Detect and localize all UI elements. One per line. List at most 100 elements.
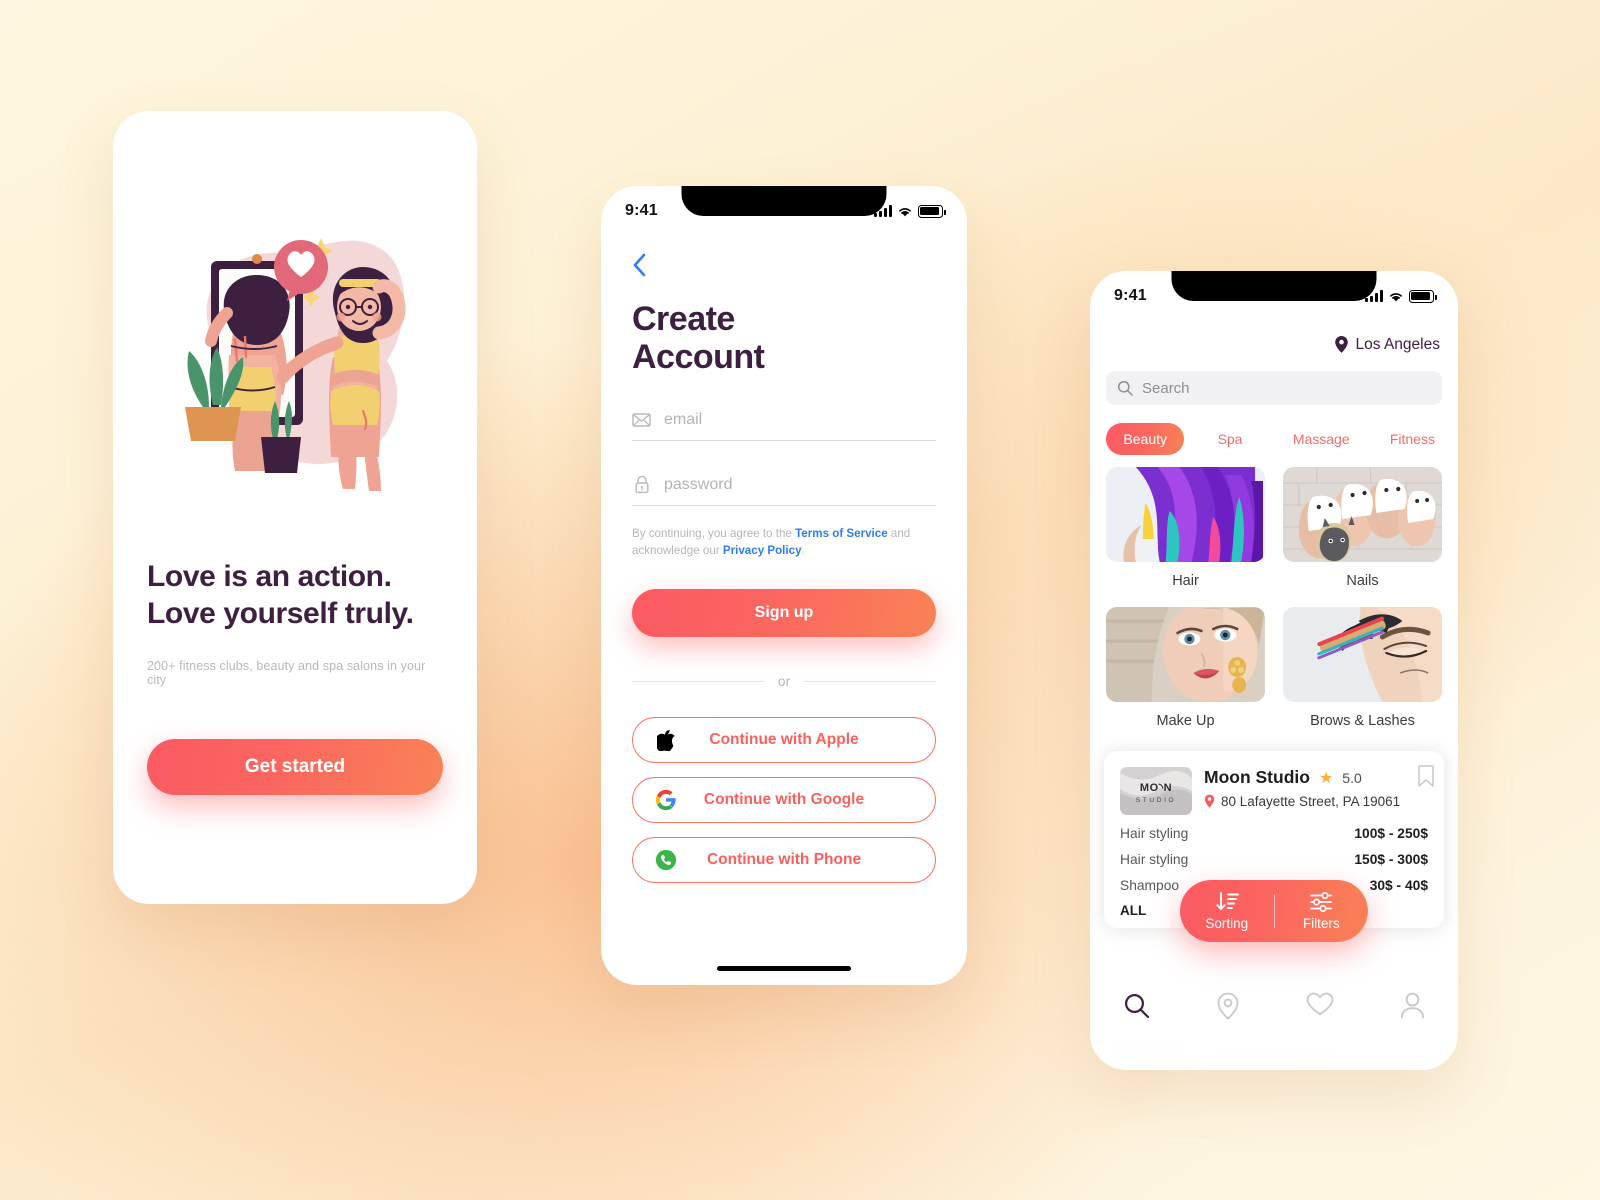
salon-info: Moon Studio ★ 5.0 80 Lafayette Street, P…	[1204, 767, 1428, 809]
continue-with-phone-button[interactable]: Continue with Phone	[632, 837, 936, 884]
search-icon	[1124, 994, 1149, 1019]
envelope-icon	[632, 410, 651, 429]
google-button-label: Continue with Google	[703, 791, 865, 809]
phone-button-label: Continue with Phone	[706, 851, 862, 869]
status-icons	[1365, 284, 1437, 303]
service-name: Shampoo	[1120, 878, 1180, 893]
phone-onboarding: Love is an action. Love yourself truly. …	[113, 111, 477, 904]
salon-logo: MO◝N STUDIO	[1120, 767, 1192, 815]
get-started-button[interactable]: Get started	[147, 739, 443, 796]
sorting-label: Sorting	[1205, 916, 1249, 931]
tab-spa[interactable]: Spa	[1184, 423, 1275, 455]
wifi-icon	[899, 207, 911, 216]
phone-signup: 9:41 Create Account email By continuing,…	[601, 186, 967, 985]
tab-search[interactable]	[1108, 992, 1164, 1019]
salon-name-row: Moon Studio ★ 5.0	[1204, 767, 1428, 788]
password-input[interactable]	[664, 475, 936, 494]
sort-descending-icon	[1216, 892, 1239, 910]
sign-up-button[interactable]: Sign up	[632, 589, 936, 638]
sorting-filters-fab: Sorting Filters	[1180, 880, 1368, 942]
signup-title-line1: Create	[632, 300, 735, 338]
privacy-policy-link[interactable]: Privacy Policy	[723, 544, 802, 557]
salon-logo-line1: MO◝N	[1140, 782, 1172, 794]
onboarding-title-line2: Love yourself truly.	[147, 596, 414, 630]
battery-icon	[1409, 289, 1437, 303]
google-icon	[655, 789, 677, 811]
browse-status-bar: 9:41	[1090, 271, 1458, 315]
location-selector[interactable]: Los Angeles	[1090, 315, 1458, 354]
category-tile-hair[interactable]: Hair	[1106, 467, 1265, 603]
apple-icon	[655, 729, 677, 751]
service-name: Hair styling	[1120, 826, 1189, 841]
woman-in-mirror-illustration	[185, 238, 406, 491]
onboarding-title: Love is an action. Love yourself truly.	[147, 559, 443, 632]
category-label-hair: Hair	[1172, 573, 1199, 589]
salon-address-row: 80 Lafayette Street, PA 19061	[1204, 794, 1428, 809]
onboarding-cta-wrap: Get started	[147, 739, 443, 796]
screenshot-stage: Love is an action. Love yourself truly. …	[0, 0, 1600, 1200]
service-price: 100$ - 250$	[1354, 826, 1428, 841]
apple-button-label: Continue with Apple	[709, 731, 859, 749]
makeup-photo	[1106, 607, 1265, 702]
onboarding-subtitle: 200+ fitness clubs, beauty and spa salon…	[147, 659, 426, 688]
email-input[interactable]	[664, 410, 936, 429]
category-tabs: Beauty Spa Massage Fitness	[1090, 423, 1458, 455]
signup-status-bar: 9:41	[601, 186, 967, 230]
phone-browse: 9:41 Los Angeles Search Beauty Spa Massa…	[1090, 271, 1458, 1070]
heart-icon	[1306, 992, 1334, 1016]
password-field-row[interactable]	[632, 475, 936, 507]
category-tile-nails[interactable]: Nails	[1283, 467, 1442, 603]
notch	[1171, 271, 1377, 301]
service-price: 150$ - 300$	[1354, 852, 1428, 867]
filters-button[interactable]: Filters	[1275, 891, 1369, 931]
star-icon: ★	[1318, 769, 1334, 787]
salon-rating: 5.0	[1342, 769, 1362, 786]
back-button[interactable]	[632, 252, 658, 278]
bottom-tab-bar	[1090, 978, 1458, 1070]
service-name: Hair styling	[1120, 852, 1189, 867]
bookmark-icon[interactable]	[1418, 765, 1434, 792]
battery-icon	[918, 204, 946, 218]
tab-beauty[interactable]: Beauty	[1106, 423, 1185, 455]
tab-favorites[interactable]	[1292, 992, 1348, 1017]
search-bar[interactable]	[1106, 371, 1442, 405]
or-divider: or	[632, 673, 937, 690]
phone-icon	[655, 849, 677, 871]
category-grid: Hair Nails Make Up Brows & Lashes	[1090, 455, 1458, 743]
legal-part3: .	[801, 543, 805, 557]
divider-line-left	[632, 680, 764, 682]
continue-with-apple-button[interactable]: Continue with Apple	[632, 717, 936, 764]
wifi-icon	[1390, 292, 1402, 301]
location-pin-icon	[1334, 336, 1348, 353]
legal-text: By continuing, you agree to the Terms of…	[632, 526, 936, 559]
legal-part1: By continuing, you agree to the	[632, 527, 796, 541]
service-price: 30$ - 40$	[1369, 878, 1428, 893]
lock-icon	[632, 475, 651, 494]
continue-with-google-button[interactable]: Continue with Google	[632, 777, 936, 824]
hair-photo	[1106, 467, 1265, 562]
tab-massage[interactable]: Massage	[1276, 423, 1367, 455]
filters-label: Filters	[1302, 916, 1340, 931]
tab-profile[interactable]	[1384, 992, 1440, 1019]
category-label-brows: Brows & Lashes	[1310, 713, 1415, 729]
salon-logo-line2: STUDIO	[1136, 797, 1177, 804]
or-label: or	[777, 673, 791, 690]
email-field-row[interactable]	[632, 410, 936, 442]
tab-map[interactable]	[1200, 992, 1256, 1020]
sorting-button[interactable]: Sorting	[1180, 891, 1274, 931]
search-icon	[1117, 380, 1133, 396]
salon-name: Moon Studio	[1204, 767, 1310, 787]
notch	[681, 186, 887, 216]
home-indicator	[717, 966, 851, 971]
terms-of-service-link[interactable]: Terms of Service	[795, 527, 888, 540]
search-input[interactable]	[1142, 379, 1431, 397]
onboarding-illustration	[147, 215, 443, 501]
category-tile-brows[interactable]: Brows & Lashes	[1283, 607, 1442, 743]
service-row: Hair styling 100$ - 250$	[1120, 826, 1428, 841]
tab-fitness[interactable]: Fitness	[1367, 423, 1458, 455]
sliders-icon	[1310, 892, 1333, 912]
person-icon	[1400, 992, 1424, 1019]
chevron-left-icon	[633, 253, 646, 277]
location-pin-icon	[1217, 992, 1239, 1020]
category-tile-makeup[interactable]: Make Up	[1106, 607, 1265, 743]
